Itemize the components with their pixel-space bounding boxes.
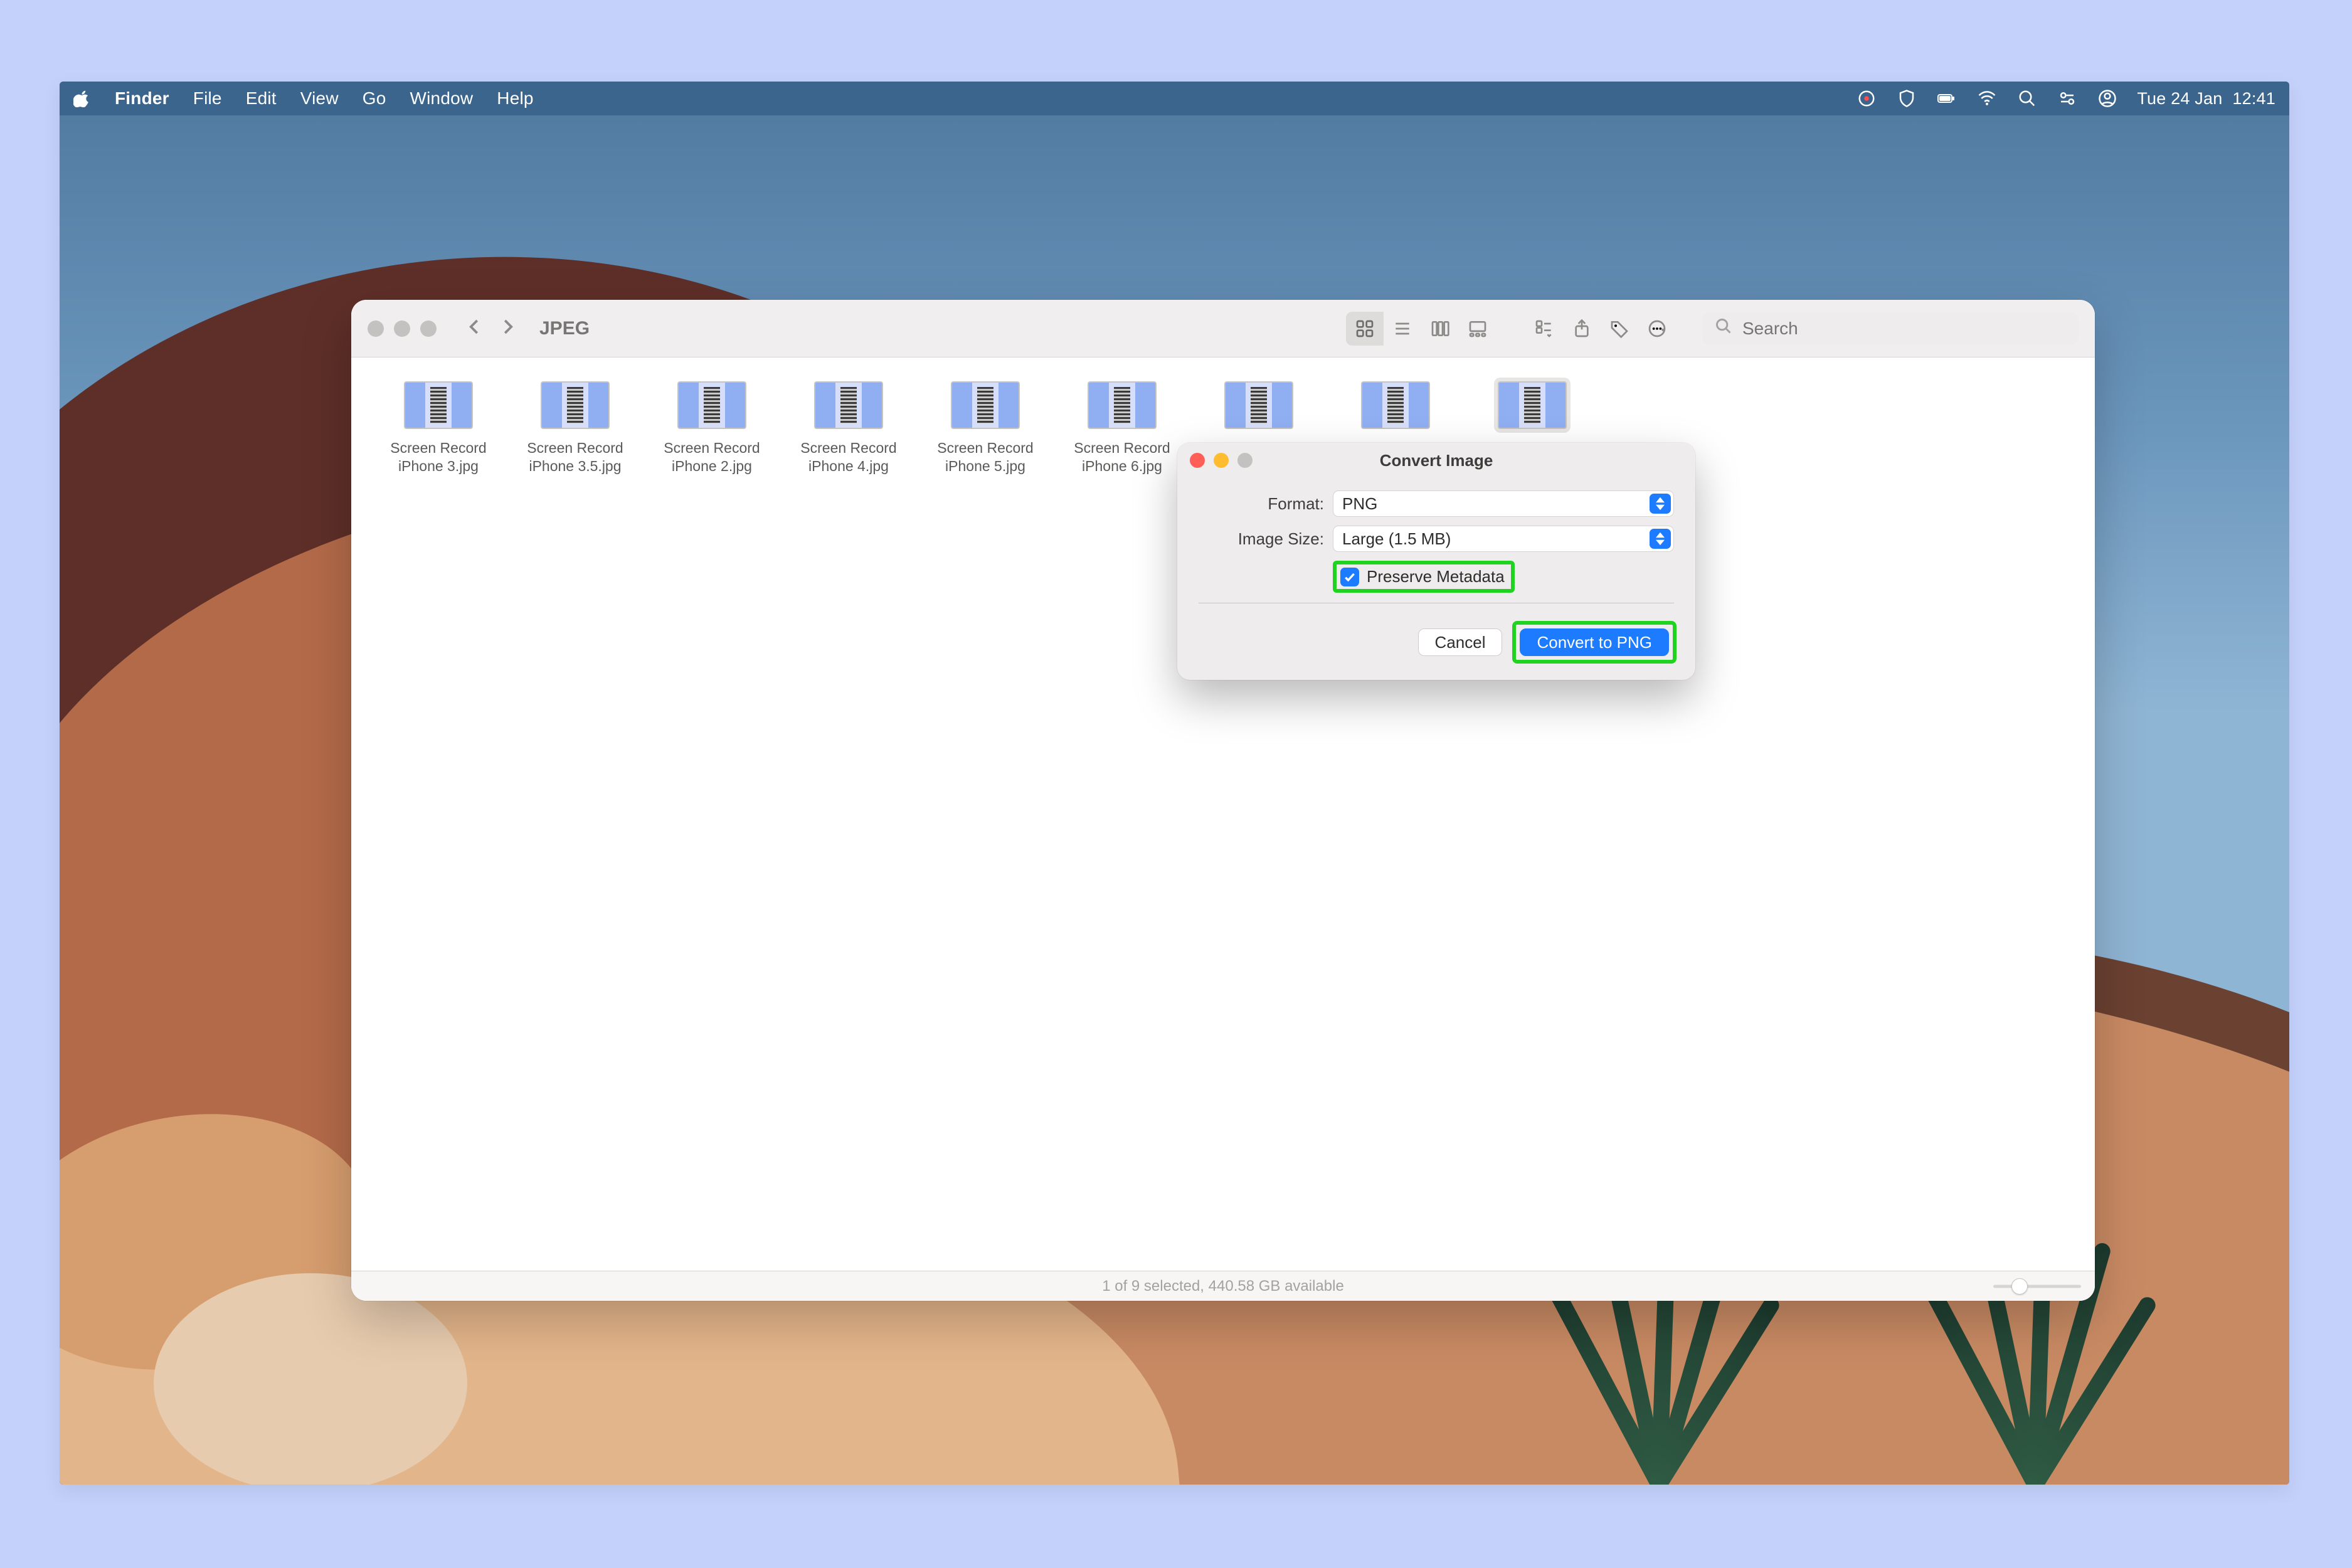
file-item[interactable]: Screen Record iPhone 3.5.jpg (507, 373, 644, 480)
file-name-label: Screen Record iPhone 3.jpg (379, 439, 498, 475)
menu-bar: Finder File Edit View Go Window Help (60, 82, 2289, 115)
shield-icon[interactable] (1896, 88, 1917, 109)
nav-forward-button[interactable] (498, 317, 517, 339)
close-button[interactable] (368, 320, 384, 337)
window-traffic-lights (368, 320, 437, 337)
file-name-label: Screen Record iPhone 4.jpg (789, 439, 908, 475)
dialog-close-button[interactable] (1190, 453, 1205, 468)
battery-icon[interactable] (1936, 88, 1957, 109)
image-size-value: Large (1.5 MB) (1342, 529, 1451, 549)
wifi-icon[interactable] (1976, 88, 1998, 109)
file-thumbnail (814, 381, 883, 429)
app-name[interactable]: Finder (115, 88, 169, 109)
menu-window[interactable]: Window (410, 88, 474, 109)
view-list-button[interactable] (1384, 312, 1421, 346)
file-item[interactable]: Screen Record iPhone 5.jpg (917, 373, 1054, 480)
select-stepper-icon (1650, 494, 1671, 514)
file-thumbnail (1088, 381, 1157, 429)
file-thumbnail (677, 381, 746, 429)
icon-size-slider[interactable] (1993, 1281, 2081, 1292)
file-name-label: Screen Record iPhone 6.jpg (1062, 439, 1182, 475)
minimize-button[interactable] (394, 320, 410, 337)
preserve-metadata-highlight: Preserve Metadata (1333, 561, 1515, 593)
image-size-select[interactable]: Large (1.5 MB) (1333, 526, 1674, 552)
file-thumbnail (404, 381, 473, 429)
menubar-time[interactable]: 12:41 (2232, 89, 2275, 109)
file-thumbnail (1224, 381, 1293, 429)
dialog-zoom-button[interactable] (1237, 453, 1253, 468)
menubar-date[interactable]: Tue 24 Jan (2137, 89, 2222, 109)
file-item[interactable]: Screen Record iPhone 4.jpg (780, 373, 917, 480)
menu-view[interactable]: View (300, 88, 339, 109)
view-columns-button[interactable] (1421, 312, 1459, 346)
convert-button-highlight: Convert to PNG (1512, 621, 1677, 664)
fullscreen-button[interactable] (420, 320, 437, 337)
window-title: JPEG (539, 318, 590, 339)
cancel-button[interactable]: Cancel (1418, 628, 1503, 656)
format-label: Format: (1199, 494, 1324, 514)
search-icon (1715, 317, 1732, 339)
convert-button[interactable]: Convert to PNG (1520, 628, 1669, 656)
file-thumbnail (1361, 381, 1430, 429)
search-input[interactable] (1741, 318, 2066, 339)
nav-back-button[interactable] (465, 317, 484, 339)
preserve-metadata-label[interactable]: Preserve Metadata (1367, 567, 1505, 586)
macos-desktop: Finder File Edit View Go Window Help (60, 82, 2289, 1485)
control-center-icon[interactable] (2057, 88, 2078, 109)
file-thumbnail (541, 381, 610, 429)
menu-go[interactable]: Go (363, 88, 386, 109)
finder-status-bar: 1 of 9 selected, 440.58 GB available (351, 1271, 2095, 1301)
finder-titlebar: JPEG (351, 300, 2095, 358)
group-by-button[interactable] (1534, 319, 1554, 339)
record-status-icon[interactable] (1856, 88, 1877, 109)
dialog-title: Convert Image (1380, 451, 1493, 470)
menu-help[interactable]: Help (497, 88, 533, 109)
tags-button[interactable] (1609, 319, 1629, 339)
status-text: 1 of 9 selected, 440.58 GB available (1102, 1278, 1344, 1295)
view-mode-group (1346, 312, 1496, 346)
convert-image-dialog: Convert Image Format: PNG Image Size: La… (1177, 443, 1695, 680)
search-field[interactable] (1702, 312, 2079, 346)
actions-button[interactable] (1647, 319, 1667, 339)
format-value: PNG (1342, 494, 1377, 514)
file-item[interactable]: Screen Record iPhone 3.jpg (370, 373, 507, 480)
file-item[interactable]: Screen Record iPhone 6.jpg (1054, 373, 1190, 480)
file-name-label: Screen Record iPhone 2.jpg (652, 439, 771, 475)
format-select[interactable]: PNG (1333, 490, 1674, 517)
apple-menu-icon[interactable] (73, 90, 91, 107)
view-icons-button[interactable] (1346, 312, 1384, 346)
image-size-label: Image Size: (1199, 529, 1324, 549)
select-stepper-icon (1650, 529, 1671, 549)
spotlight-icon[interactable] (2016, 88, 2038, 109)
file-thumbnail (951, 381, 1020, 429)
dialog-titlebar: Convert Image (1177, 443, 1695, 478)
share-button[interactable] (1572, 319, 1592, 339)
file-name-label: Screen Record iPhone 3.5.jpg (516, 439, 635, 475)
file-item[interactable]: Screen Record iPhone 2.jpg (644, 373, 780, 480)
preserve-metadata-checkbox[interactable] (1340, 568, 1359, 586)
user-icon[interactable] (2097, 88, 2118, 109)
menu-file[interactable]: File (193, 88, 222, 109)
menu-edit[interactable]: Edit (246, 88, 277, 109)
file-name-label: Screen Record iPhone 5.jpg (926, 439, 1045, 475)
file-thumbnail (1498, 381, 1567, 429)
dialog-minimize-button[interactable] (1214, 453, 1229, 468)
view-gallery-button[interactable] (1459, 312, 1496, 346)
